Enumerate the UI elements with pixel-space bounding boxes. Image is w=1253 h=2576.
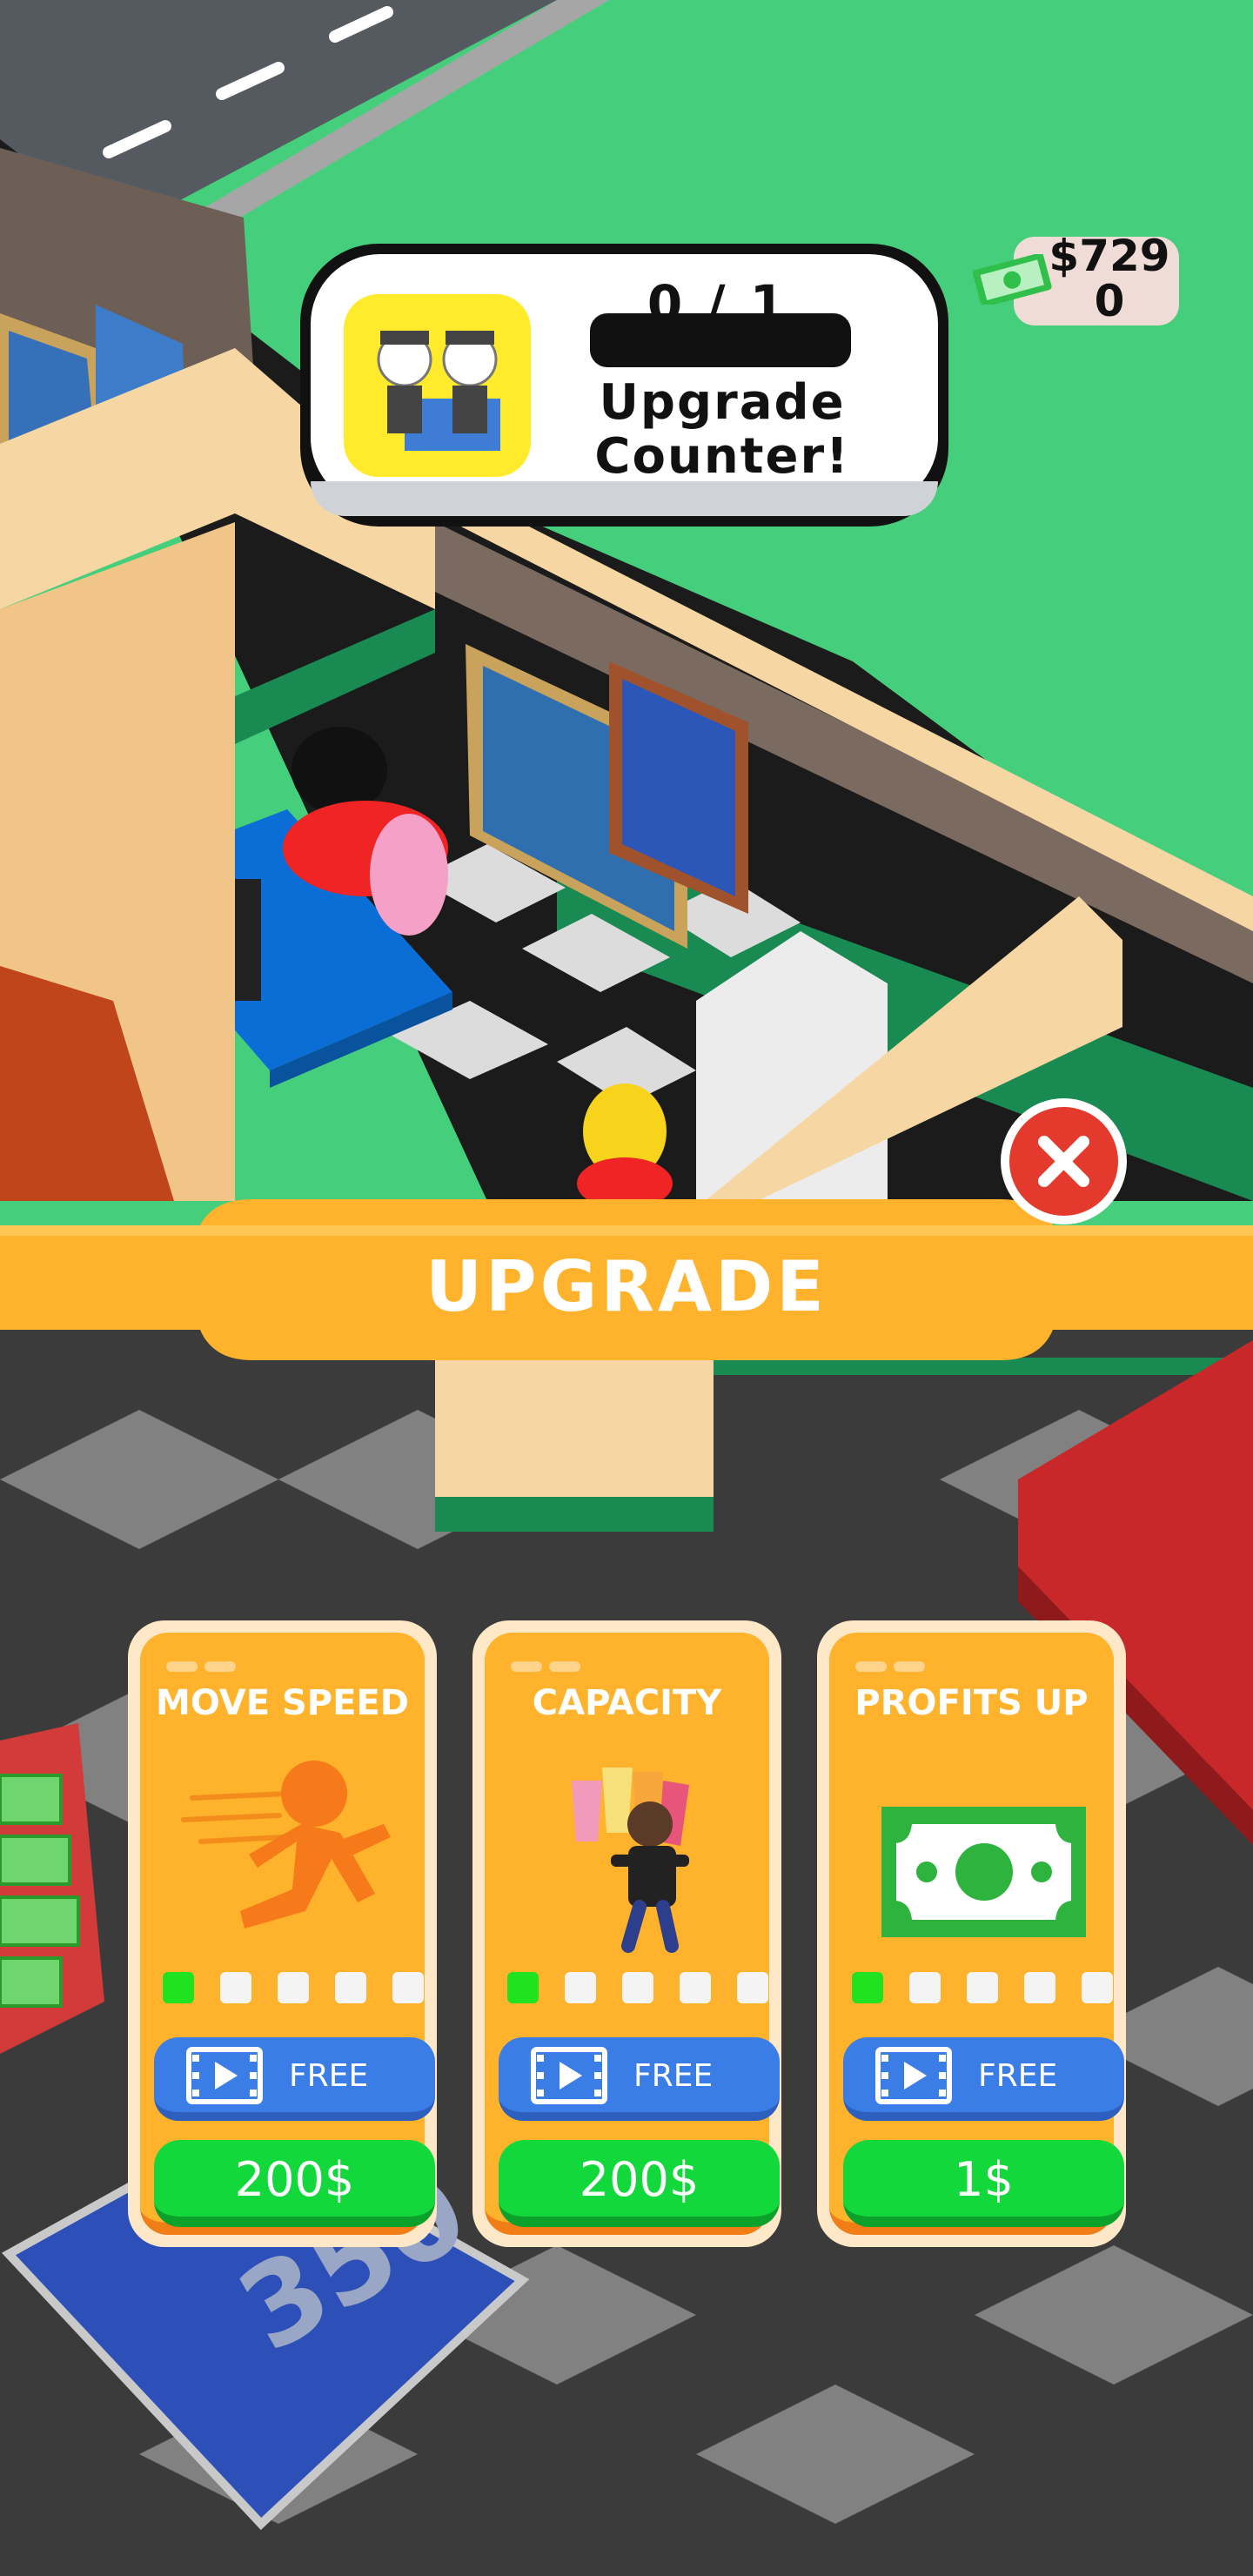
level-pip-empty [1024, 1972, 1055, 2003]
level-pip-empty [967, 1972, 998, 2003]
price-label: 200$ [579, 2152, 700, 2207]
level-pip-empty [392, 1972, 424, 2003]
card-decoration [855, 1659, 932, 1675]
price-label: 200$ [234, 2152, 355, 2207]
level-pip-empty [220, 1972, 251, 2003]
level-indicators [507, 1972, 768, 2007]
card-title: CAPACITY [532, 1683, 722, 1723]
buy-upgrade-button[interactable]: 1$ [843, 2140, 1124, 2227]
level-pip-empty [909, 1972, 941, 2003]
level-indicators [852, 1972, 1113, 2007]
level-pip-filled [163, 1972, 194, 2003]
close-button-body [1009, 1107, 1118, 1216]
free-upgrade-button[interactable]: FREE [154, 2037, 435, 2121]
level-pip-empty [737, 1972, 768, 2003]
quest-title: Upgrade Counter! [594, 374, 850, 485]
carrying-drinks-icon [572, 1768, 689, 1953]
card-title: MOVE SPEED [156, 1683, 409, 1723]
level-pip-filled [852, 1972, 883, 2003]
running-figure-icon [181, 1761, 391, 1929]
upgrade-card-capacity: CAPACITY FREE 200$ [472, 1620, 781, 2247]
card-decoration [166, 1659, 243, 1675]
level-indicators [163, 1972, 424, 2007]
close-icon [1038, 1136, 1089, 1187]
free-label: FREE [289, 2058, 369, 2094]
card-title: PROFITS UP [854, 1683, 1089, 1723]
money-amount: $729 0 [1049, 231, 1170, 326]
level-pip-empty [278, 1972, 309, 2003]
level-pip-empty [1082, 1972, 1113, 2003]
upgrade-card-profits-up: PROFITS UP FREE 1$ [817, 1620, 1126, 2247]
video-ad-icon [186, 2047, 263, 2104]
video-ad-icon [531, 2047, 607, 2104]
card-body: PROFITS UP FREE 1$ [829, 1633, 1124, 2235]
level-pip-empty [622, 1972, 653, 2003]
card-body: MOVE SPEED FREE 200$ [140, 1633, 435, 2235]
cash-bill-icon [881, 1807, 1086, 1937]
free-upgrade-button[interactable]: FREE [843, 2037, 1124, 2121]
card-decoration [511, 1659, 587, 1675]
level-pip-empty [680, 1972, 711, 2003]
counter-staff-icon [344, 294, 531, 477]
card-body: CAPACITY FREE 200$ [485, 1633, 780, 2235]
price-label: 1$ [954, 2152, 1014, 2207]
level-pip-empty [335, 1972, 366, 2003]
free-upgrade-button[interactable]: FREE [499, 2037, 780, 2121]
video-ad-icon [875, 2047, 952, 2104]
upgrade-title: UPGRADE [425, 1246, 828, 1327]
quest-panel-shadow [311, 481, 938, 516]
free-label: FREE [633, 2058, 714, 2094]
free-label: FREE [978, 2058, 1058, 2094]
quest-progress-bar [590, 313, 851, 367]
buy-upgrade-button[interactable]: 200$ [499, 2140, 780, 2227]
level-pip-empty [565, 1972, 596, 2003]
upgrade-card-move-speed: MOVE SPEED FREE 200$ [128, 1620, 437, 2247]
level-pip-filled [507, 1972, 539, 2003]
close-button[interactable] [1001, 1098, 1127, 1224]
buy-upgrade-button[interactable]: 200$ [154, 2140, 435, 2227]
